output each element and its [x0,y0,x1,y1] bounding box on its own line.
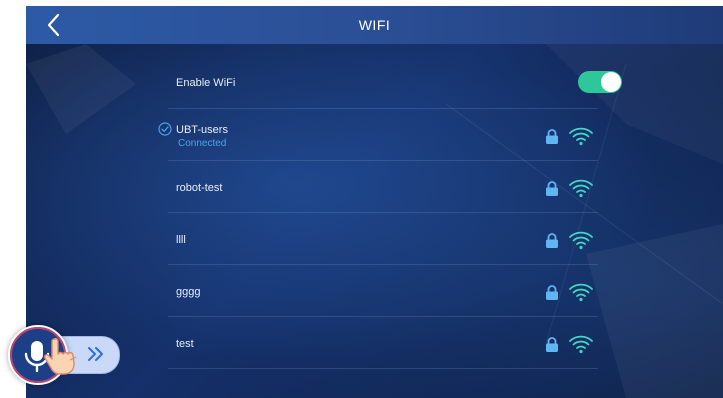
enable-wifi-label: Enable WiFi [176,77,236,89]
wifi-signal-icon [569,179,593,198]
network-name: robot-test [176,182,223,194]
wifi-list: Enable WiFi UBT-users Connected robot-te… [158,56,622,369]
wifi-signal-icon [569,231,593,250]
network-row[interactable]: UBT-users Connected [158,109,598,161]
page-title: WIFI [358,17,391,33]
wifi-signal-icon [569,335,593,354]
lock-icon [546,129,558,144]
header-bar: WIFI [26,6,723,44]
network-row[interactable]: robot-test [168,161,598,213]
chevron-left-icon [47,13,60,37]
lock-icon [546,181,558,196]
network-status: Connected [178,138,227,149]
network-name: UBT-users [176,124,228,136]
network-row[interactable]: test [168,317,598,369]
double-chevron-right-icon[interactable] [86,345,106,363]
enable-wifi-row: Enable WiFi [168,56,622,109]
back-button[interactable] [40,11,68,39]
network-name: llll [176,234,186,246]
wifi-signal-icon [569,283,593,302]
network-name: test [176,338,194,350]
enable-wifi-toggle[interactable] [578,71,622,93]
network-row[interactable]: gggg [168,265,598,317]
connected-check-icon [158,122,172,136]
network-name: gggg [176,286,201,298]
lock-icon [546,337,558,352]
voice-assistant-widget [6,323,120,385]
wifi-settings-screen: WIFI Enable WiFi UBT-users Connected rob… [26,6,723,398]
toggle-knob [601,72,621,92]
wifi-signal-icon [569,127,593,146]
lock-icon [546,285,558,300]
network-row[interactable]: llll [168,213,598,265]
hand-pointer-icon [44,337,77,375]
lock-icon [546,233,558,248]
